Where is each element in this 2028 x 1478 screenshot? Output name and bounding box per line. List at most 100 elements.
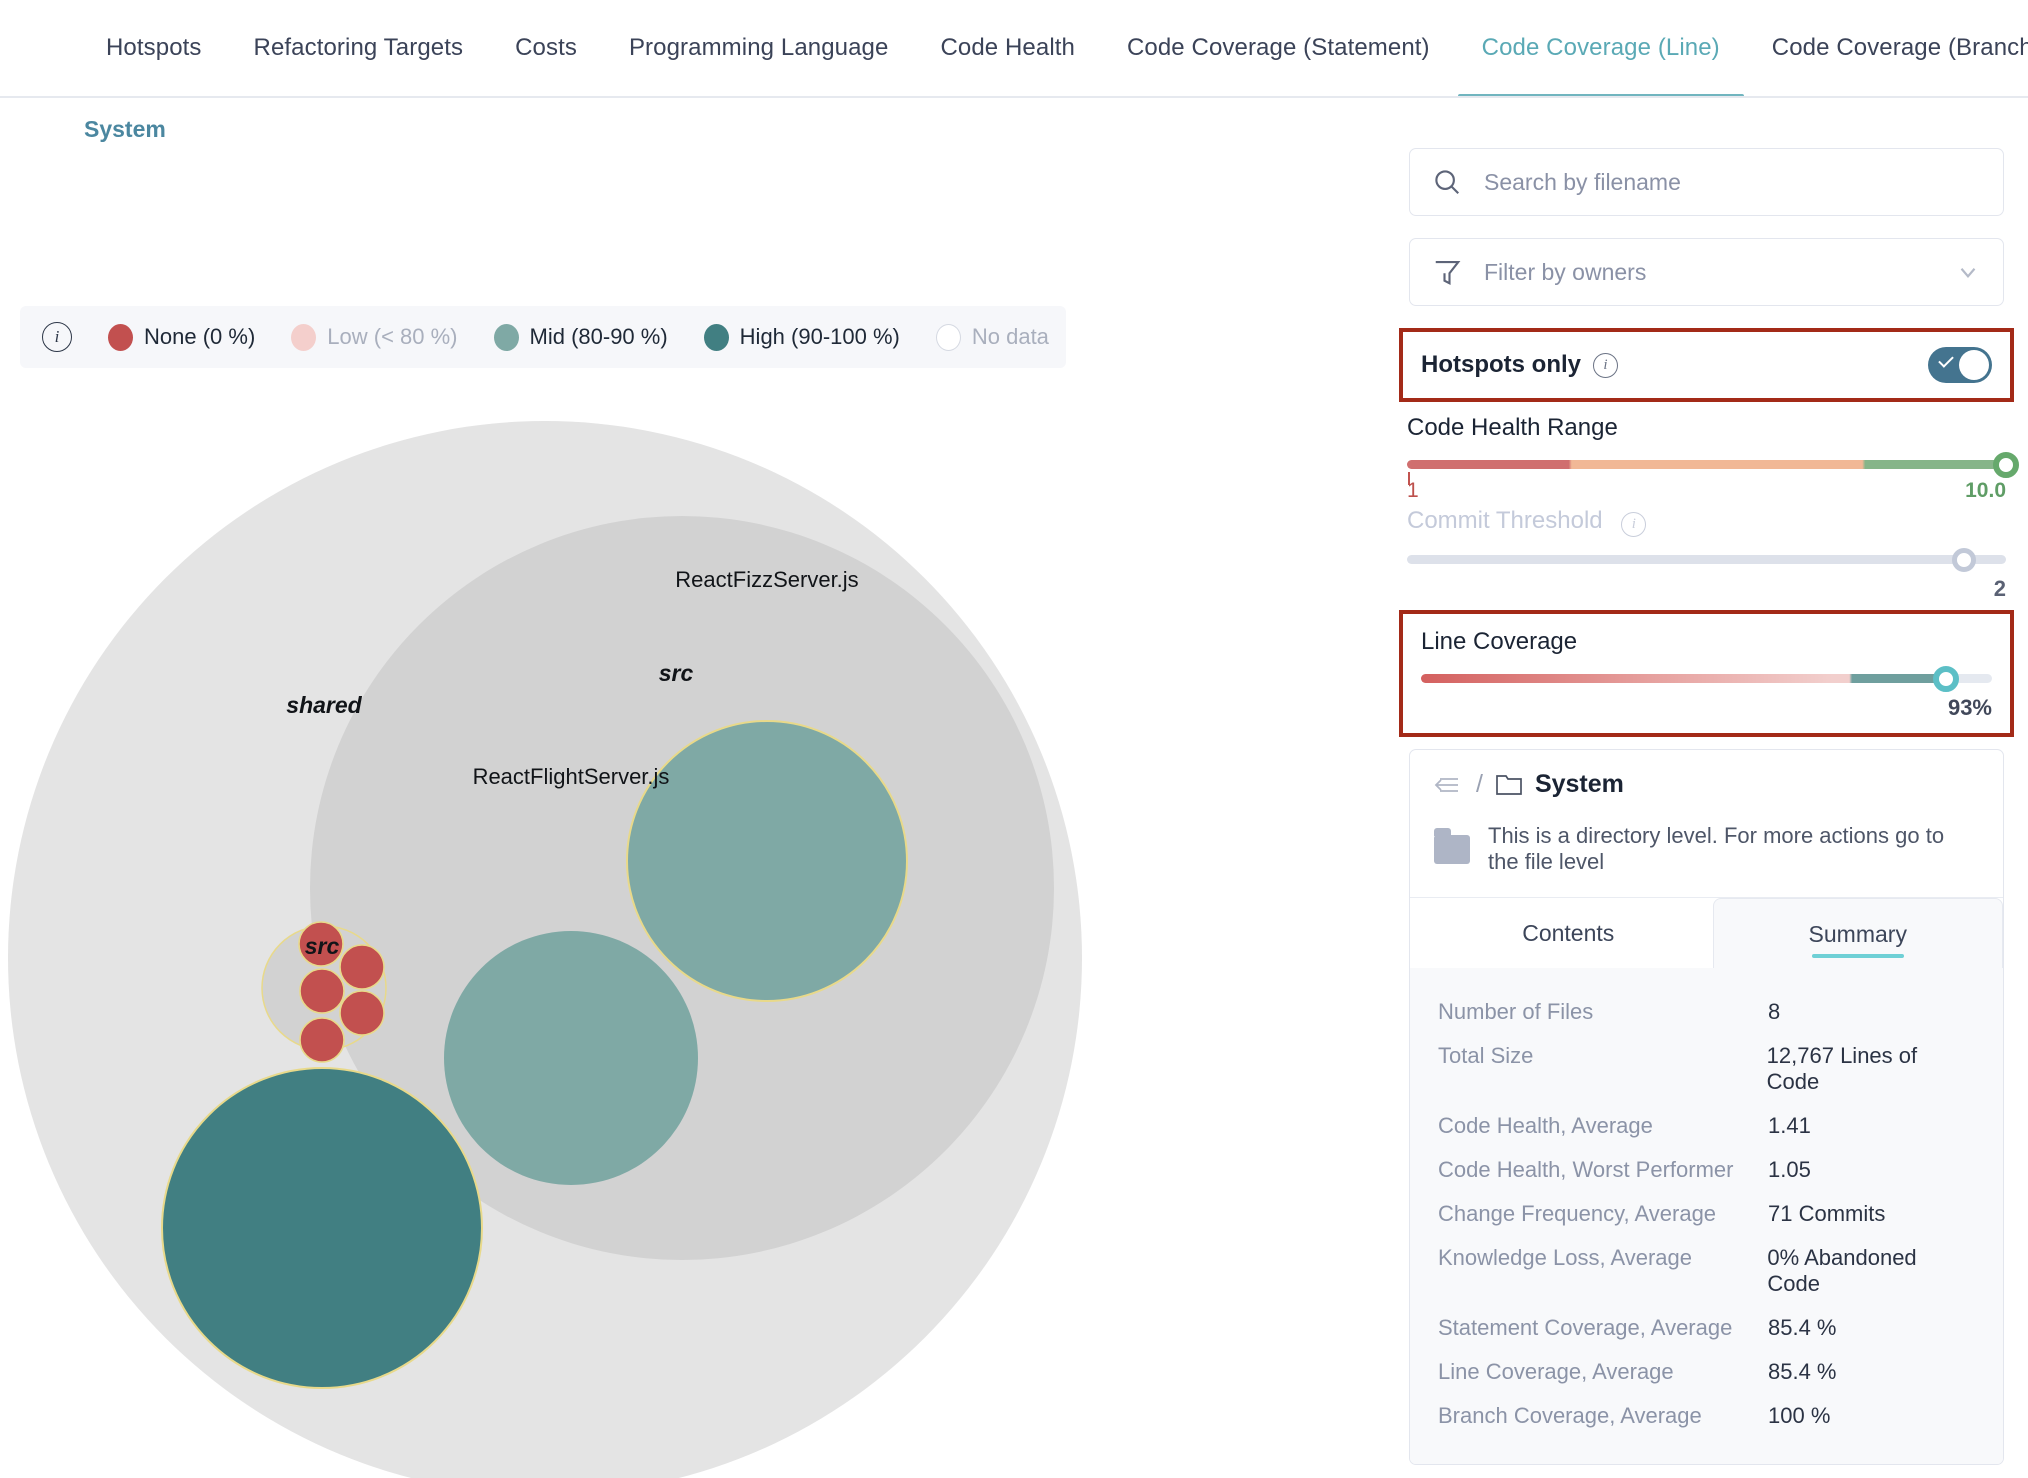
summary-value: 1.41 (1768, 1113, 1811, 1138)
owners-filter-placeholder: Filter by owners (1484, 258, 1647, 285)
circle-packing-chart: ReactFizzServer.js ReactFlightServer.js … (0, 378, 1385, 1478)
legend-label-none: None (0 %) (144, 324, 256, 349)
toggle-knob (1959, 350, 1989, 380)
legend-dot-mid (493, 323, 519, 351)
bubble-label-src-dir: src (659, 660, 694, 686)
chevron-down-icon[interactable] (1955, 259, 1981, 285)
summary-value: 1.05 (1768, 1157, 1811, 1182)
line-coverage-track[interactable] (1421, 665, 1992, 692)
hotspots-only-toggle[interactable] (1928, 347, 1992, 383)
table-row: Code Health, Worst Performer 1.05 (1438, 1148, 1975, 1192)
hotspots-only-highlight: Hotspots only i (1399, 328, 2014, 402)
tab-costs[interactable]: Costs (489, 0, 603, 96)
summary-key: Knowledge Loss, Average (1438, 1245, 1692, 1270)
line-coverage-handle[interactable] (1933, 665, 1960, 692)
legend-item-none: None (0 %) (108, 323, 256, 351)
summary-key: Branch Coverage, Average (1438, 1403, 1702, 1428)
visualization-pane: System i None (0 %) Low (< 80 %) Mid (80… (0, 98, 1385, 1478)
breadcrumb[interactable]: System (84, 116, 166, 143)
search-placeholder: Search by filename (1484, 168, 1681, 195)
line-coverage-highlight: Line Coverage 93% (1399, 610, 2014, 737)
summary-value: 8 (1768, 999, 1781, 1024)
code-health-range-handle[interactable] (1993, 451, 2019, 478)
tab-code-coverage-branch[interactable]: Code Coverage (Branch) (1746, 0, 2028, 96)
line-coverage-label: Line Coverage (1421, 628, 1578, 655)
commit-threshold-label: Commit Threshold (1407, 507, 1603, 534)
coverage-legend: i None (0 %) Low (< 80 %) Mid (80-90 %) … (20, 306, 1066, 368)
summary-key: Change Frequency, Average (1438, 1201, 1717, 1226)
table-row: Change Frequency, Average 71 Commits (1438, 1192, 1975, 1236)
commit-threshold-values: 2 (1407, 570, 2006, 604)
line-coverage-value: 93% (1947, 695, 1992, 720)
summary-value: 12,767 Lines of Code (1766, 1043, 1918, 1094)
main-tab-bar: Hotspots Refactoring Targets Costs Progr… (0, 0, 2028, 98)
table-row: Code Health, Average 1.41 (1438, 1104, 1975, 1148)
legend-label-low: Low (< 80 %) (327, 324, 458, 349)
detail-card-header: / System (1410, 750, 2003, 809)
back-arrow-icon[interactable] (1434, 774, 1464, 796)
tab-code-coverage-line[interactable]: Code Coverage (Line) (1456, 0, 1746, 96)
tab-code-coverage-statement[interactable]: Code Coverage (Statement) (1101, 0, 1456, 96)
summary-key: Line Coverage, Average (1438, 1359, 1674, 1384)
summary-key: Code Health, Worst Performer (1438, 1157, 1734, 1182)
bubble-dir-src-root[interactable] (161, 1067, 483, 1389)
bubble-file-shared-4[interactable] (339, 990, 385, 1036)
folder-outline-icon (1496, 774, 1522, 795)
bubble-label-shared: shared (286, 692, 362, 718)
detail-breadcrumb-name: System (1534, 770, 1624, 798)
directory-note-text: This is a directory level. For more acti… (1488, 823, 1945, 874)
detail-card: / System This is a directory level. For … (1409, 749, 2004, 1465)
owners-filter-dropdown[interactable]: Filter by owners (1409, 238, 2004, 306)
commit-threshold-block: Commit Threshold i 2 (1385, 507, 2028, 604)
table-row: Knowledge Loss, Average 0% Abandoned Cod… (1438, 1236, 1975, 1306)
summary-value: 100 % (1768, 1403, 1831, 1428)
summary-value: 0% Abandoned Code (1767, 1245, 1917, 1296)
search-input[interactable]: Search by filename (1409, 148, 2004, 216)
table-row: Statement Coverage, Average 85.4 % (1438, 1306, 1975, 1350)
line-coverage-values: 93% (1421, 689, 1992, 723)
page-body: System i None (0 %) Low (< 80 %) Mid (80… (0, 98, 2028, 1478)
code-health-range-block: Code Health Range 1 10.0 (1385, 414, 2028, 509)
commit-threshold-handle[interactable] (1952, 547, 1977, 572)
bubble-file-shared-2[interactable] (339, 944, 385, 990)
hotspots-only-row: Hotspots only i (1413, 332, 2000, 398)
commit-threshold-value: 2 (1993, 576, 2006, 601)
summary-value: 71 Commits (1768, 1201, 1886, 1226)
summary-table: Number of Files 8 Total Size 12,767 Line… (1410, 968, 2003, 1464)
commit-threshold-info-icon[interactable]: i (1621, 512, 1647, 537)
legend-label-high: High (90-100 %) (739, 324, 900, 349)
tab-programming-language[interactable]: Programming Language (603, 0, 915, 96)
legend-dot-no-data (935, 323, 961, 351)
table-row: Line Coverage, Average 85.4 % (1438, 1350, 1975, 1394)
directory-note-row: This is a directory level. For more acti… (1410, 809, 2003, 898)
legend-item-low: Low (< 80 %) (291, 323, 458, 351)
line-coverage-block: Line Coverage 93% (1413, 614, 2000, 729)
hotspots-only-info-icon[interactable]: i (1593, 352, 1618, 378)
bubble-file-shared-5[interactable] (299, 1017, 345, 1063)
summary-key: Number of Files (1438, 999, 1594, 1024)
legend-label-mid: Mid (80-90 %) (529, 324, 668, 349)
tab-refactoring-targets[interactable]: Refactoring Targets (228, 0, 490, 96)
summary-key: Total Size (1438, 1043, 1534, 1068)
table-row: Total Size 12,767 Lines of Code (1438, 1034, 1975, 1104)
bubble-label-reactflightserver: ReactFlightServer.js (473, 764, 670, 789)
commit-threshold-track[interactable] (1407, 547, 2006, 572)
bubble-file-reactflightserver[interactable] (444, 931, 698, 1185)
table-row: Number of Files 8 (1438, 990, 1975, 1034)
code-health-range-label: Code Health Range (1407, 414, 1618, 441)
tab-hotspots[interactable]: Hotspots (80, 0, 228, 96)
legend-item-high: High (90-100 %) (703, 323, 900, 351)
bubble-label-reactfizzserver: ReactFizzServer.js (675, 567, 858, 592)
code-health-range-track[interactable] (1407, 451, 2019, 485)
control-panel: Search by filename Filter by owners Hots… (1385, 98, 2028, 1478)
tab-summary[interactable]: Summary (1712, 898, 2003, 968)
legend-info-icon[interactable]: i (42, 322, 72, 352)
summary-value: 85.4 % (1768, 1315, 1837, 1340)
legend-item-no-data: No data (935, 323, 1049, 351)
summary-key: Statement Coverage, Average (1438, 1315, 1733, 1340)
tab-code-health[interactable]: Code Health (914, 0, 1101, 96)
legend-dot-none (108, 323, 133, 351)
bubble-file-shared-3[interactable] (299, 968, 345, 1014)
folder-solid-icon (1434, 827, 1470, 864)
tab-contents[interactable]: Contents (1424, 898, 1713, 968)
